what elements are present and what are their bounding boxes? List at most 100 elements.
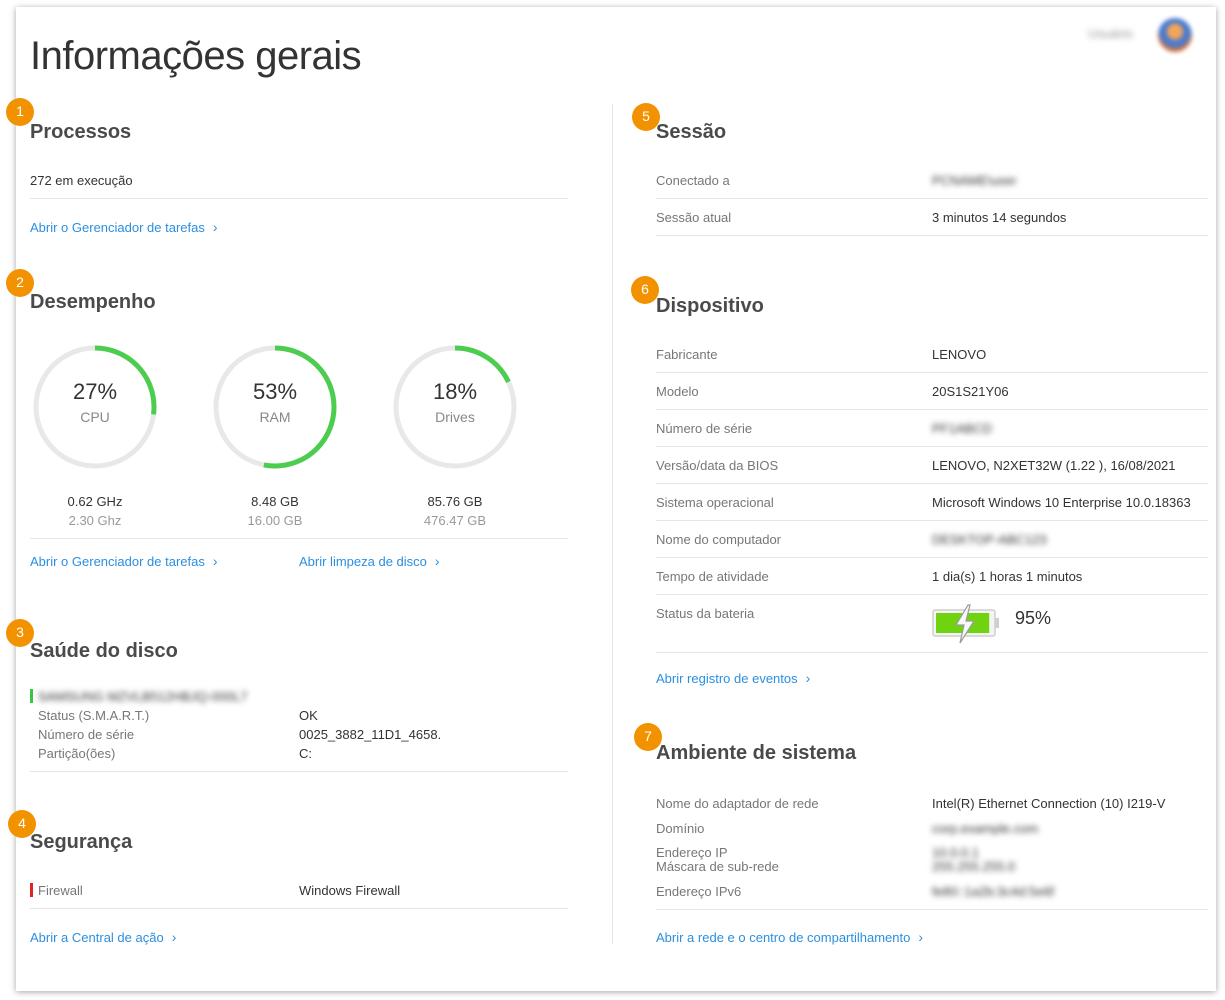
section-title-desempenho: Desempenho (30, 291, 156, 313)
drives-gauge: 18% Drives (391, 343, 519, 471)
chevron-right-icon: › (212, 553, 218, 569)
divider (656, 235, 1208, 236)
ipv6-label: Endereço IPv6 (656, 884, 742, 899)
open-network-center-link[interactable]: Abrir a rede e o centro de compartilhame… (656, 929, 923, 945)
smart-status-label: Status (S.M.A.R.T.) (38, 708, 150, 723)
model-value: 20S1S21Y06 (932, 384, 1009, 399)
disk-serial-label: Número de série (38, 727, 135, 742)
divider (656, 652, 1208, 653)
link-label: Abrir a Central de ação (30, 930, 164, 945)
cpu-label: CPU (80, 409, 110, 425)
page-title: Informações gerais (30, 34, 362, 78)
gauge-ring (213, 345, 337, 469)
gauge-ring (33, 345, 157, 469)
divider (656, 446, 1208, 447)
device-serial-value: PF1ABCD (932, 421, 992, 436)
computer-name-value: DESKTOP-ABC123 (932, 532, 1047, 547)
firewall-value: Windows Firewall (299, 883, 401, 898)
user-menu[interactable]: Usuário (1088, 18, 1198, 58)
drives-label: Drives (435, 409, 475, 425)
open-task-manager-link[interactable]: Abrir o Gerenciador de tarefas › (30, 219, 218, 235)
bios-value: LENOVO, N2XET32W (1.22 ), 16/08/2021 (932, 458, 1176, 473)
chevron-right-icon: › (171, 929, 177, 945)
uptime-value: 1 dia(s) 1 horas 1 minutos (932, 569, 1083, 584)
uptime-label: Tempo de atividade (656, 569, 769, 584)
drives-percent: 18% (432, 379, 478, 404)
open-task-manager-link[interactable]: Abrir o Gerenciador de tarefas › (30, 553, 218, 569)
divider (656, 198, 1208, 199)
divider (656, 594, 1208, 595)
ram-total: 16.00 GB (247, 513, 303, 528)
network-adapter-label: Nome do adaptador de rede (656, 796, 819, 811)
divider (30, 908, 568, 909)
model-label: Modelo (656, 384, 699, 399)
disk-name: SAMSUNG MZVLB512HBJQ-000L7 (38, 689, 248, 704)
section-title-ambiente: Ambiente de sistema (656, 742, 857, 764)
cpu-gauge: 27% CPU (31, 343, 159, 471)
ipv6-value: fe80::1a2b:3c4d:5e6f (932, 884, 1055, 899)
open-action-center-link[interactable]: Abrir a Central de ação › (30, 929, 176, 945)
cpu-percent: 27% (72, 379, 118, 404)
subnet-mask-label: Máscara de sub-rede (656, 859, 779, 874)
divider (30, 538, 568, 539)
gauge-ring (393, 345, 517, 469)
ip-address-value: 10.0.0.1 (932, 845, 979, 860)
partitions-label: Partição(ões) (38, 746, 116, 761)
os-value: Microsoft Windows 10 Enterprise 10.0.183… (932, 495, 1191, 510)
divider (656, 483, 1208, 484)
current-session-label: Sessão atual (656, 210, 732, 225)
manufacturer-value: LENOVO (932, 347, 987, 362)
link-label: Abrir limpeza de disco (299, 554, 427, 569)
firewall-status-indicator (30, 883, 33, 897)
section-title-seguranca: Segurança (30, 831, 133, 853)
divider (656, 409, 1208, 410)
section-number-badge: 6 (631, 276, 659, 304)
bios-label: Versão/data da BIOS (656, 458, 779, 473)
device-serial-label: Número de série (656, 421, 753, 436)
chevron-right-icon: › (212, 219, 218, 235)
smart-status-value: OK (299, 708, 318, 723)
battery-label: Status da bateria (656, 606, 755, 621)
connected-to-value: PCNAME\user (932, 173, 1017, 188)
divider (656, 372, 1208, 373)
section-title-processos: Processos (30, 121, 132, 143)
disk-status-indicator (30, 689, 33, 703)
battery-icon (932, 604, 999, 644)
link-label: Abrir o Gerenciador de tarefas (30, 220, 205, 235)
section-title-dispositivo: Dispositivo (656, 295, 764, 317)
section-title-sessao: Sessão (656, 121, 727, 143)
chevron-right-icon: › (805, 670, 811, 686)
divider (656, 909, 1208, 910)
processes-running: 272 em execução (30, 173, 133, 188)
partitions-value: C: (299, 746, 312, 761)
os-label: Sistema operacional (656, 495, 774, 510)
domain-label: Domínio (656, 821, 705, 836)
network-adapter-value: Intel(R) Ethernet Connection (10) I219-V (932, 796, 1166, 811)
divider (656, 557, 1208, 558)
domain-value: corp.example.com (932, 821, 1039, 836)
avatar[interactable] (1158, 18, 1192, 52)
subnet-mask-value: 255.255.255.0 (932, 859, 1016, 874)
connected-to-label: Conectado a (656, 173, 730, 188)
ram-gauge: 53% RAM (211, 343, 339, 471)
computer-name-label: Nome do computador (656, 532, 782, 547)
section-title-saude: Saúde do disco (30, 640, 178, 662)
open-disk-cleanup-link[interactable]: Abrir limpeza de disco › (299, 553, 440, 569)
manufacturer-label: Fabricante (656, 347, 718, 362)
cpu-total: 2.30 Ghz (68, 513, 122, 528)
drives-total: 476.47 GB (423, 513, 487, 528)
chevron-right-icon: › (434, 553, 440, 569)
divider (656, 520, 1208, 521)
link-label: Abrir o Gerenciador de tarefas (30, 554, 205, 569)
ip-address-label: Endereço IP (656, 845, 728, 860)
chevron-right-icon: › (918, 929, 924, 945)
link-label: Abrir a rede e o centro de compartilhame… (656, 930, 911, 945)
link-label: Abrir registro de eventos (656, 671, 798, 686)
open-event-log-link[interactable]: Abrir registro de eventos › (656, 670, 810, 686)
current-session-value: 3 minutos 14 segundos (932, 210, 1067, 225)
firewall-label: Firewall (38, 883, 83, 898)
ram-label: RAM (259, 409, 291, 425)
user-name: Usuário (1088, 26, 1133, 41)
disk-serial-value: 0025_3882_11D1_4658. (299, 727, 442, 742)
divider (30, 771, 568, 772)
